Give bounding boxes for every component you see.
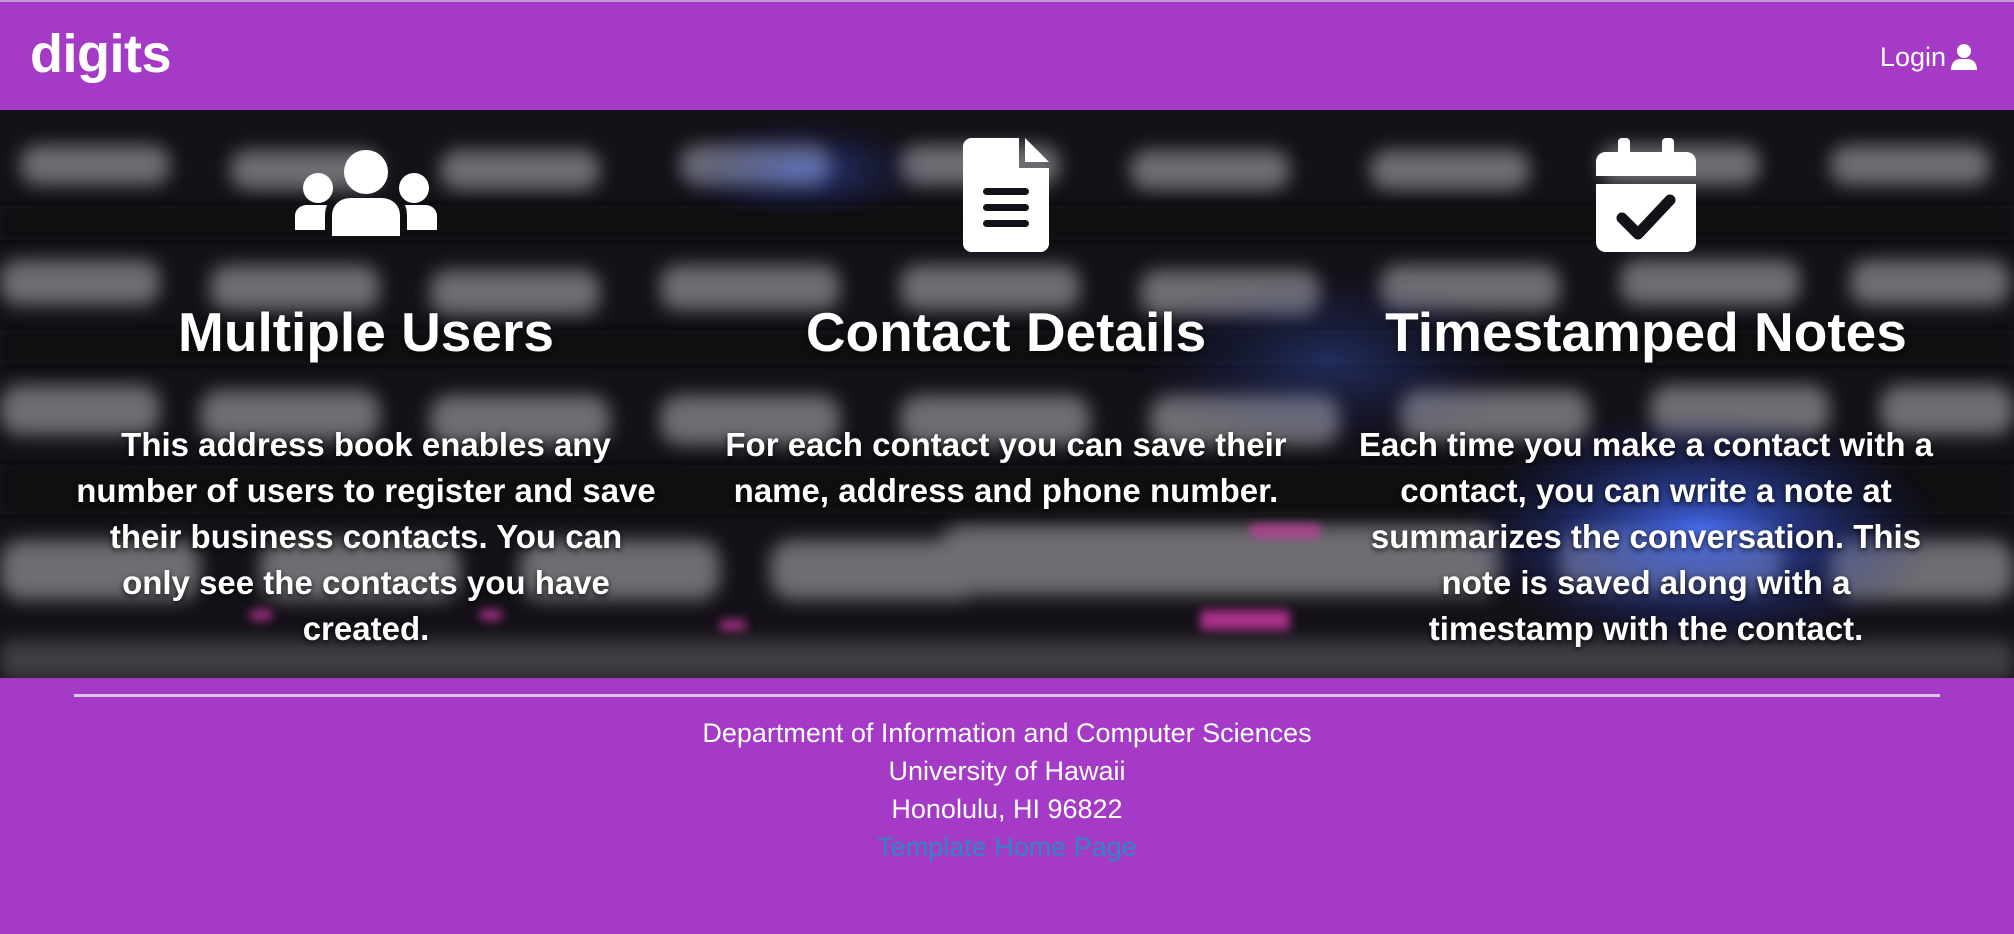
calendar-check-icon	[1596, 138, 1696, 252]
user-icon	[1951, 44, 1977, 70]
users-icon	[295, 150, 437, 236]
feature-description: Each time you make a contact with a cont…	[1358, 426, 1934, 647]
feature-title: Contact Details	[805, 301, 1207, 363]
navbar: digits Login	[0, 0, 2014, 110]
footer-department: Department of Information and Computer S…	[702, 718, 1312, 748]
feature-description: For each contact you can save their name…	[725, 426, 1287, 509]
feature-description: This address book enables any number of …	[76, 426, 656, 647]
feature-title: Timestamped Notes	[1385, 301, 1907, 363]
brand-logo[interactable]: digits	[30, 24, 172, 84]
footer-address: Honolulu, HI 96822	[891, 794, 1123, 824]
file-icon	[963, 138, 1049, 252]
hero-section: Multiple Users This address book enables…	[0, 110, 2014, 678]
feature-title: Multiple Users	[178, 301, 554, 363]
footer-university: University of Hawaii	[888, 756, 1126, 786]
login-label: Login	[1879, 42, 1946, 72]
footer: Department of Information and Computer S…	[0, 678, 2014, 934]
template-home-page-link[interactable]: Template Home Page	[877, 832, 1137, 862]
footer-divider	[74, 694, 1940, 697]
login-button[interactable]: Login	[1880, 42, 1978, 72]
